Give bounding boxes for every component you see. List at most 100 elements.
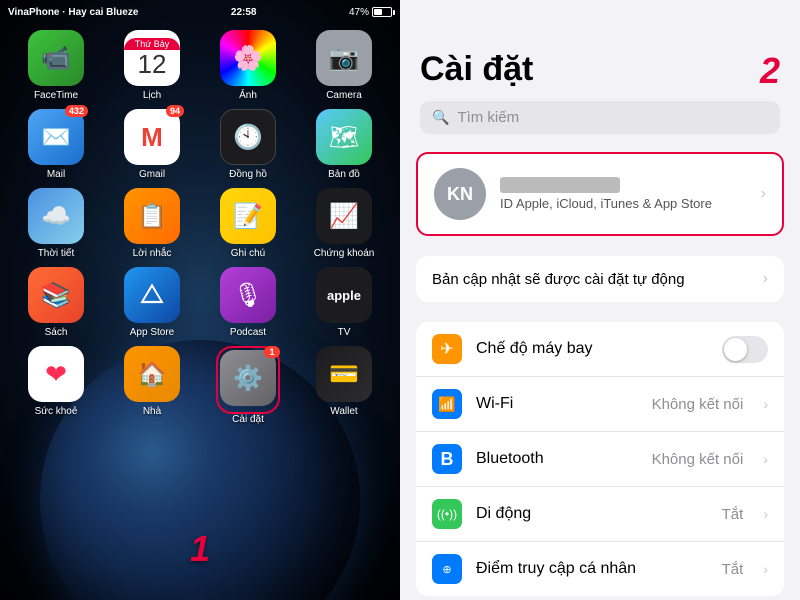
facetime-label: FaceTime xyxy=(34,90,78,101)
notes-icon[interactable]: 📝 xyxy=(220,188,276,244)
settings-section-main: ✈ Chế độ máy bay 📶 Wi-Fi Không kết nối ›… xyxy=(416,322,784,596)
settings-badge: 1 xyxy=(264,346,280,358)
wifi-value: Không kết nối xyxy=(652,396,744,413)
settings-header: Cài đặt 🔍 Tìm kiếm xyxy=(400,0,800,152)
stocks-icon[interactable]: 📈 xyxy=(316,188,372,244)
app-row-5: ❤ Sức khoẻ 🏠 Nhà ⚙️ 1 Cài đặt 💳 Wal xyxy=(8,346,392,425)
app-health[interactable]: ❤ Sức khoẻ xyxy=(16,346,96,425)
photos-label: Ảnh xyxy=(239,90,257,101)
app-clock[interactable]: 🕙 Đồng hồ xyxy=(208,109,288,180)
hotspot-icon: ⊕ xyxy=(432,554,462,584)
photos-icon[interactable]: 🌸 xyxy=(220,30,276,86)
bluetooth-row[interactable]: B Bluetooth Không kết nối › xyxy=(416,432,784,487)
app-wallet[interactable]: 💳 Wallet xyxy=(304,346,384,425)
app-stocks[interactable]: 📈 Chứng khoán xyxy=(304,188,384,259)
hotspot-chevron: › xyxy=(763,561,768,577)
profile-subtitle: ID Apple, iCloud, iTunes & App Store xyxy=(500,196,747,211)
tv-label: TV xyxy=(338,327,351,338)
hotspot-label: Điểm truy cập cá nhân xyxy=(476,560,708,578)
auto-update-chevron: › xyxy=(763,270,768,288)
app-camera[interactable]: 📷 Camera xyxy=(304,30,384,101)
battery-percent: 47% xyxy=(349,7,369,18)
podcast-label: Podcast xyxy=(230,327,266,338)
app-facetime[interactable]: 📹 FaceTime xyxy=(16,30,96,101)
status-right: 47% xyxy=(349,7,392,18)
toggle-knob xyxy=(724,338,747,361)
battery-icon xyxy=(372,7,392,17)
bluetooth-value: Không kết nối xyxy=(652,451,744,468)
maps-label: Bản đồ xyxy=(328,169,360,180)
wifi-label: Wi-Fi xyxy=(476,395,638,413)
search-icon: 🔍 xyxy=(432,109,449,126)
maps-icon[interactable]: 🗺 xyxy=(316,109,372,165)
search-placeholder: Tìm kiếm xyxy=(457,109,519,126)
cellular-row[interactable]: ((•)) Di động Tắt › xyxy=(416,487,784,542)
facetime-icon[interactable]: 📹 xyxy=(28,30,84,86)
settings-icon[interactable]: ⚙️ 1 xyxy=(220,350,276,406)
app-mail[interactable]: ✉️ 432 Mail xyxy=(16,109,96,180)
cellular-label: Di động xyxy=(476,505,708,523)
time-display: 22:58 xyxy=(231,7,257,18)
app-reminders[interactable]: 📋 Lời nhắc xyxy=(112,188,192,259)
settings-selected-box: ⚙️ 1 xyxy=(216,346,280,414)
mail-icon[interactable]: ✉️ 432 xyxy=(28,109,84,165)
hotspot-row[interactable]: ⊕ Điểm truy cập cá nhân Tắt › xyxy=(416,542,784,596)
wallet-label: Wallet xyxy=(330,406,357,417)
mail-label: Mail xyxy=(47,169,65,180)
calendar-icon[interactable]: Thứ Bảy 12 xyxy=(124,30,180,86)
app-notes[interactable]: 📝 Ghi chú xyxy=(208,188,288,259)
app-appstore[interactable]: App Store xyxy=(112,267,192,338)
bluetooth-label: Bluetooth xyxy=(476,450,638,468)
app-maps[interactable]: 🗺 Bản đồ xyxy=(304,109,384,180)
weather-icon[interactable]: ☁️ xyxy=(28,188,84,244)
app-weather[interactable]: ☁️ Thời tiết xyxy=(16,188,96,259)
tv-icon[interactable]: apple xyxy=(316,267,372,323)
gmail-icon[interactable]: M 94 xyxy=(124,109,180,165)
airplane-toggle[interactable] xyxy=(722,336,768,363)
health-label: Sức khoẻ xyxy=(35,406,78,417)
settings-screen: Cài đặt 🔍 Tìm kiếm 2 KN ID Apple, iCloud… xyxy=(400,0,800,600)
hotspot-value: Tắt xyxy=(722,561,744,578)
books-label: Sách xyxy=(45,327,68,338)
reminders-icon[interactable]: 📋 xyxy=(124,188,180,244)
wallet-icon[interactable]: 💳 xyxy=(316,346,372,402)
app-row-3: ☁️ Thời tiết 📋 Lời nhắc 📝 Ghi chú 📈 Chứn… xyxy=(8,188,392,259)
app-podcast[interactable]: 🎙 Podcast xyxy=(208,267,288,338)
cellular-icon: ((•)) xyxy=(432,499,462,529)
wifi-row[interactable]: 📶 Wi-Fi Không kết nối › xyxy=(416,377,784,432)
app-gmail[interactable]: M 94 Gmail xyxy=(112,109,192,180)
podcast-icon[interactable]: 🎙 xyxy=(220,267,276,323)
app-photos[interactable]: 🌸 Ảnh xyxy=(208,30,288,101)
home-icon[interactable]: 🏠 xyxy=(124,346,180,402)
clock-label: Đồng hồ xyxy=(229,169,267,180)
appstore-icon[interactable] xyxy=(124,267,180,323)
stocks-label: Chứng khoán xyxy=(314,248,375,259)
weather-label: Thời tiết xyxy=(38,248,75,259)
appstore-label: App Store xyxy=(130,327,174,338)
notes-label: Ghi chú xyxy=(231,248,265,259)
mail-badge: 432 xyxy=(65,105,88,117)
health-icon[interactable]: ❤ xyxy=(28,346,84,402)
gmail-badge: 94 xyxy=(166,105,184,117)
app-calendar[interactable]: Thứ Bảy 12 Lịch xyxy=(112,30,192,101)
bluetooth-chevron: › xyxy=(763,451,768,467)
search-bar[interactable]: 🔍 Tìm kiếm xyxy=(420,101,780,134)
app-tv[interactable]: apple TV xyxy=(304,267,384,338)
profile-row[interactable]: KN ID Apple, iCloud, iTunes & App Store … xyxy=(416,152,784,236)
camera-icon[interactable]: 📷 xyxy=(316,30,372,86)
app-settings[interactable]: ⚙️ 1 Cài đặt xyxy=(208,346,288,425)
clock-icon[interactable]: 🕙 xyxy=(220,109,276,165)
app-home[interactable]: 🏠 Nhà xyxy=(112,346,192,425)
phone-screen: VinaPhone · Hay cai Blueze 22:58 47% 📹 F… xyxy=(0,0,400,600)
app-books[interactable]: 📚 Sách xyxy=(16,267,96,338)
battery-fill xyxy=(374,9,382,15)
cellular-chevron: › xyxy=(763,506,768,522)
cellular-value: Tắt xyxy=(722,506,744,523)
wifi-icon: 📶 xyxy=(432,389,462,419)
settings-content: KN ID Apple, iCloud, iTunes & App Store … xyxy=(400,152,800,596)
auto-update-row[interactable]: Bản cập nhật sẽ được cài đặt tự động › xyxy=(416,256,784,302)
books-icon[interactable]: 📚 xyxy=(28,267,84,323)
app-grid: 📹 FaceTime Thứ Bảy 12 Lịch 🌸 Ảnh 📷 Camer… xyxy=(0,30,400,433)
airplane-label: Chế độ máy bay xyxy=(476,340,708,358)
airplane-mode-row[interactable]: ✈ Chế độ máy bay xyxy=(416,322,784,377)
